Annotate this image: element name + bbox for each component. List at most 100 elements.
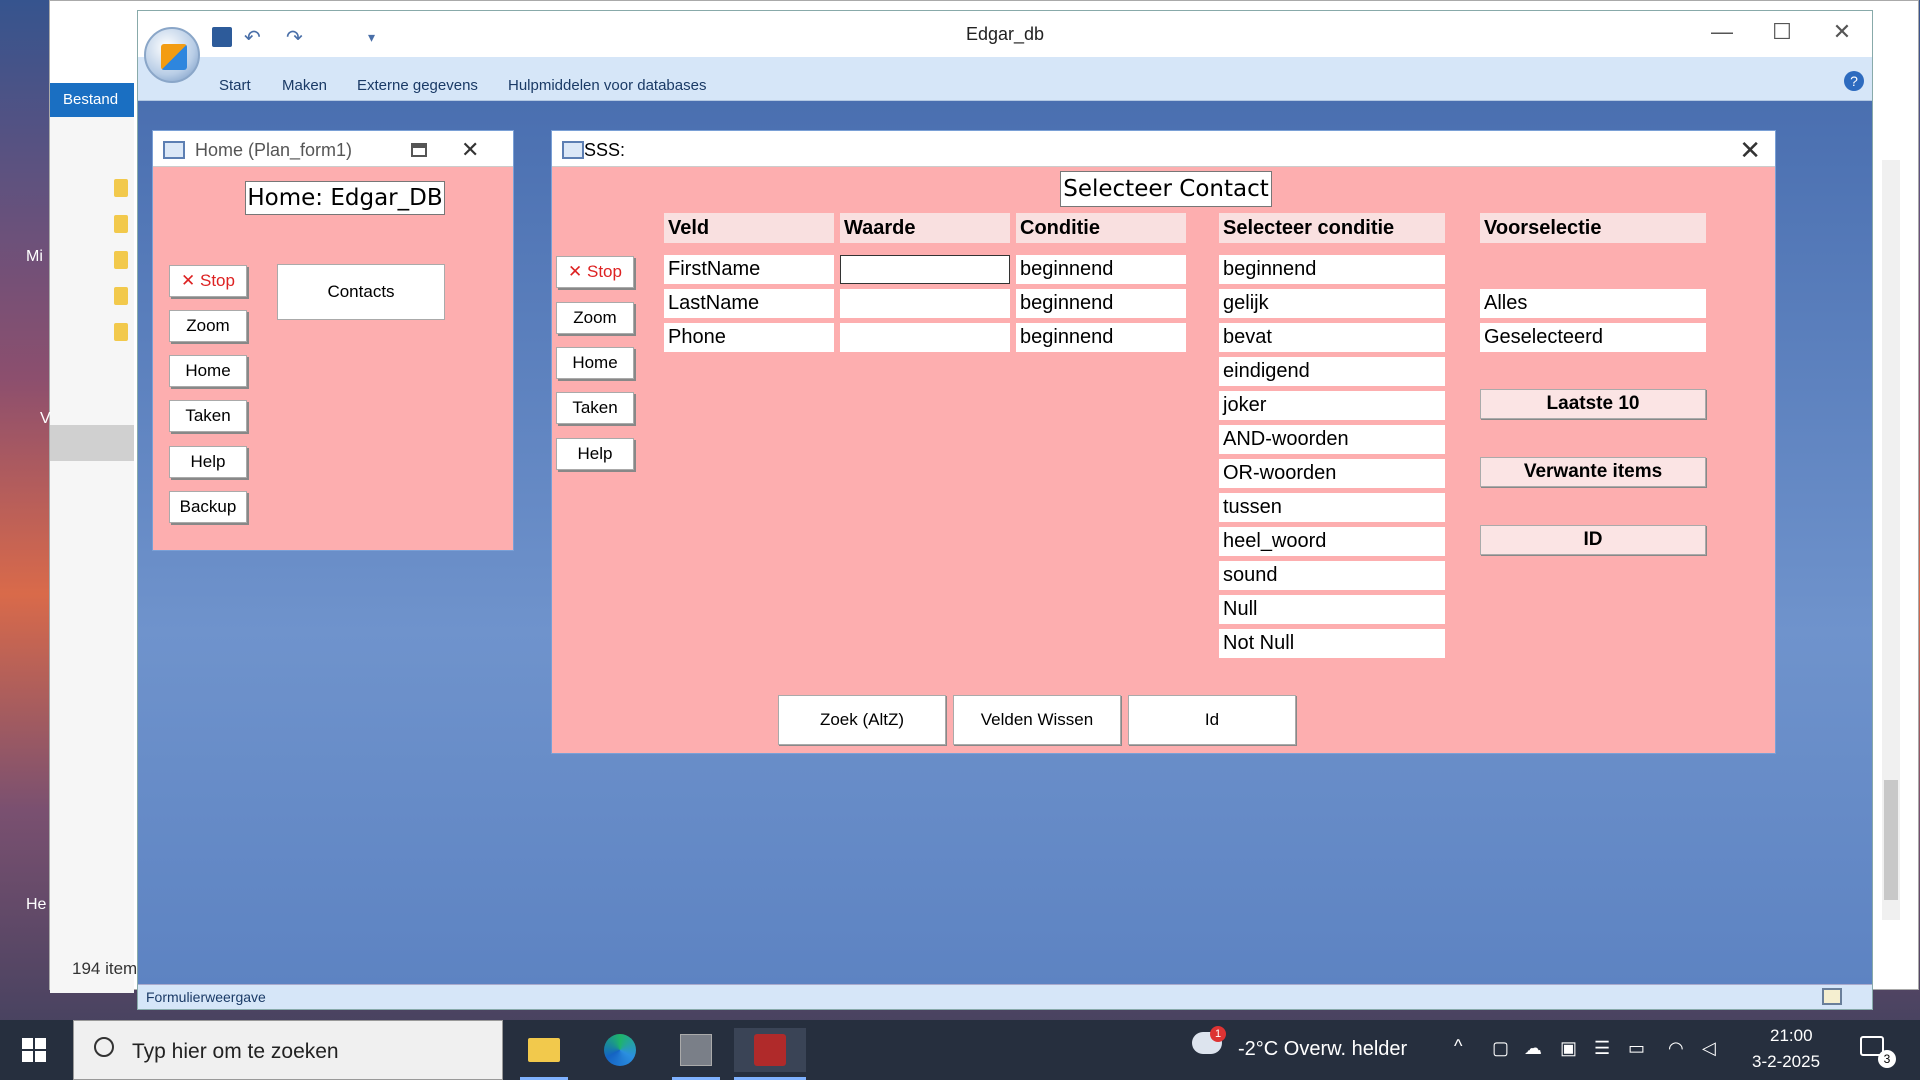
undo-icon[interactable]: ↶ <box>244 25 261 50</box>
clock-time[interactable]: 21:00 <box>1770 1026 1813 1046</box>
onedrive-icon[interactable]: ☁ <box>1524 1038 1542 1059</box>
clock-date[interactable]: 3-2-2025 <box>1752 1052 1820 1072</box>
menu-maken[interactable]: Maken <box>282 77 327 94</box>
lastname-condition-field[interactable]: beginnend <box>1016 289 1186 318</box>
condition-option[interactable]: gelijk <box>1219 289 1445 318</box>
menu-externe-gegevens[interactable]: Externe gegevens <box>357 77 478 94</box>
col-header-voorselectie: Voorselectie <box>1480 213 1706 243</box>
field-lastname-label: LastName <box>664 289 834 318</box>
maximize-button[interactable]: ☐ <box>1752 19 1812 45</box>
home-button[interactable]: Home <box>556 347 634 379</box>
backup-button[interactable]: Backup <box>169 491 247 523</box>
sss-form-titlebar: SSS: ✕ <box>552 131 1775 167</box>
search-placeholder: Typ hier om te zoeken <box>132 1040 339 1063</box>
stop-button[interactable]: ✕ Stop <box>169 265 247 297</box>
status-text: Formulierweergave <box>146 989 266 1005</box>
id-bottom-button[interactable]: Id <box>1128 695 1296 745</box>
folder-icon[interactable] <box>114 287 128 305</box>
id-button[interactable]: ID <box>1480 525 1706 555</box>
preselect-alles[interactable]: Alles <box>1480 289 1706 318</box>
help-icon[interactable]: ? <box>1844 71 1864 91</box>
ribbon-menu: Start Maken Externe gegevens Hulpmiddele… <box>138 57 1872 101</box>
app-taskbar-icon[interactable] <box>672 1028 720 1080</box>
desktop-label: V <box>40 410 51 427</box>
condition-option[interactable]: Not Null <box>1219 629 1445 658</box>
minimize-button[interactable]: — <box>1692 19 1752 45</box>
battery-icon[interactable]: ▭ <box>1628 1038 1645 1059</box>
firstname-condition-field[interactable]: beginnend <box>1016 255 1186 284</box>
ribbon-tab-bestand[interactable]: Bestand <box>50 83 134 117</box>
start-button[interactable] <box>22 1038 46 1062</box>
qat-dropdown-icon[interactable]: ▾ <box>368 29 375 46</box>
desktop-label: Mi <box>26 248 43 265</box>
firstname-value-input[interactable] <box>840 255 1010 284</box>
volume-icon[interactable]: ◁ <box>1702 1038 1716 1059</box>
form-icon <box>163 141 185 159</box>
folder-icon[interactable] <box>114 251 128 269</box>
condition-option[interactable]: AND-woorden <box>1219 425 1445 454</box>
verwante-items-button[interactable]: Verwante items <box>1480 457 1706 487</box>
weather-text[interactable]: -2°C Overw. helder <box>1238 1038 1407 1061</box>
stop-button[interactable]: ✕ Stop <box>556 256 634 288</box>
notification-count: 3 <box>1878 1050 1896 1068</box>
zoom-button[interactable]: Zoom <box>556 302 634 334</box>
field-firstname-label: FirstName <box>664 255 834 284</box>
restore-icon[interactable] <box>411 143 427 157</box>
condition-option[interactable]: Null <box>1219 595 1445 624</box>
menu-start[interactable]: Start <box>219 77 251 94</box>
form-icon <box>562 141 584 159</box>
phone-value-input[interactable] <box>840 323 1010 352</box>
laatste-10-button[interactable]: Laatste 10 <box>1480 389 1706 419</box>
taken-button[interactable]: Taken <box>556 392 634 424</box>
col-header-selecteer-conditie: Selecteer conditie <box>1219 213 1445 243</box>
condition-option[interactable]: eindigend <box>1219 357 1445 386</box>
close-button[interactable]: ✕ <box>1812 19 1872 45</box>
sss-form: SSS: ✕ Selecteer Contact Veld Waarde Con… <box>551 130 1776 754</box>
search-box[interactable]: Typ hier om te zoeken <box>73 1020 503 1080</box>
office-button[interactable] <box>144 27 200 83</box>
help-button[interactable]: Help <box>556 438 634 470</box>
weather-badge: 1 <box>1210 1026 1226 1042</box>
phone-condition-field[interactable]: beginnend <box>1016 323 1186 352</box>
col-header-veld: Veld <box>664 213 834 243</box>
tray-icon[interactable]: ▢ <box>1492 1038 1509 1059</box>
condition-option[interactable]: beginnend <box>1219 255 1445 284</box>
close-icon[interactable]: ✕ <box>1739 135 1761 166</box>
velden-wissen-button[interactable]: Velden Wissen <box>953 695 1121 745</box>
zoek-button[interactable]: Zoek (AltZ) <box>778 695 946 745</box>
condition-option[interactable]: heel_woord <box>1219 527 1445 556</box>
help-button[interactable]: Help <box>169 446 247 478</box>
chevron-up-icon[interactable]: ^ <box>1454 1036 1462 1057</box>
close-icon[interactable]: ✕ <box>461 137 479 163</box>
title-bar: Edgar_db ↶ ↷ ▾ — ☐ ✕ <box>138 11 1872 57</box>
preselect-geselecteerd[interactable]: Geselecteerd <box>1480 323 1706 352</box>
edge-taskbar-icon[interactable] <box>596 1028 644 1072</box>
home-form-title: Home (Plan_form1) <box>195 140 353 160</box>
home-button[interactable]: Home <box>169 355 247 387</box>
lastname-value-input[interactable] <box>840 289 1010 318</box>
access-taskbar-icon[interactable] <box>734 1028 806 1080</box>
zoom-button[interactable]: Zoom <box>169 310 247 342</box>
folder-icon[interactable] <box>114 179 128 197</box>
file-explorer-taskbar-icon[interactable] <box>520 1028 568 1080</box>
explorer-scrollbar[interactable] <box>1882 160 1900 920</box>
scrollbar-thumb[interactable] <box>1884 780 1898 900</box>
form-view-icon[interactable] <box>1822 988 1842 1005</box>
redo-icon[interactable]: ↷ <box>286 25 303 50</box>
folder-icon[interactable] <box>114 323 128 341</box>
wifi-icon[interactable]: ◠ <box>1668 1038 1684 1059</box>
home-form-header: Home: Edgar_DB <box>245 181 445 215</box>
nav-selected-row[interactable] <box>50 425 134 461</box>
tray-icon[interactable]: ☰ <box>1594 1038 1610 1059</box>
condition-option[interactable]: joker <box>1219 391 1445 420</box>
contacts-button[interactable]: Contacts <box>277 264 445 320</box>
condition-option[interactable]: OR-woorden <box>1219 459 1445 488</box>
folder-icon[interactable] <box>114 215 128 233</box>
taken-button[interactable]: Taken <box>169 400 247 432</box>
condition-option[interactable]: bevat <box>1219 323 1445 352</box>
menu-hulpmiddelen[interactable]: Hulpmiddelen voor databases <box>508 77 706 94</box>
condition-option[interactable]: tussen <box>1219 493 1445 522</box>
condition-option[interactable]: sound <box>1219 561 1445 590</box>
save-icon[interactable] <box>212 27 232 47</box>
tray-icon[interactable]: ▣ <box>1560 1038 1577 1059</box>
